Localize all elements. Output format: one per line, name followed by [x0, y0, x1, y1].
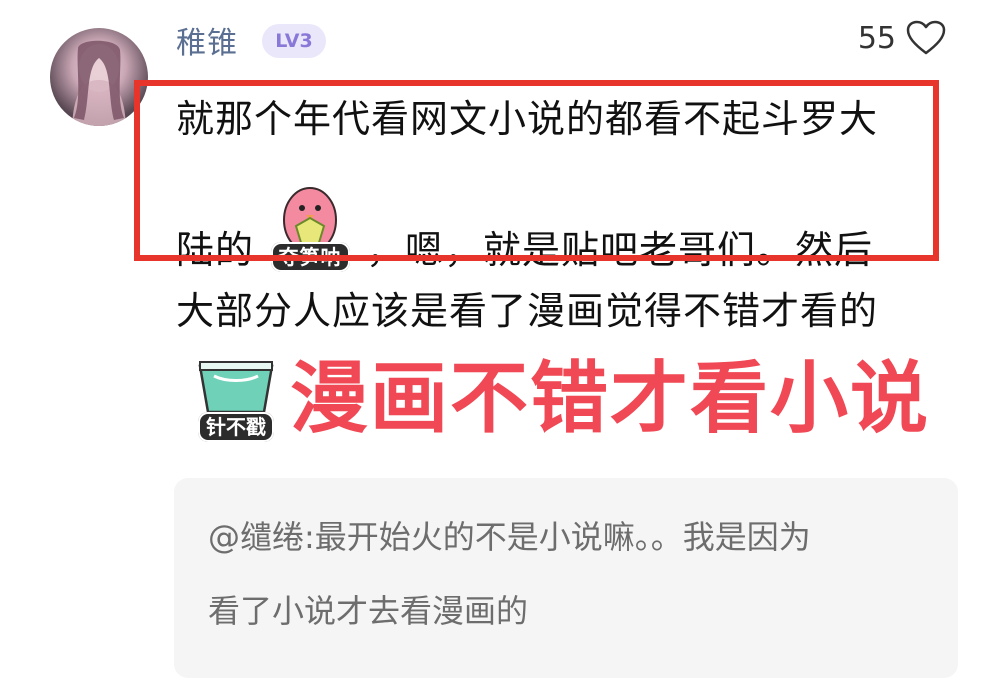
sticker-cup: 针不戳 [186, 346, 286, 446]
quote-line-1: @缱绻:最开始火的不是小说嘛。。我是因为 [208, 518, 811, 556]
level-badge: LV3 [262, 24, 326, 58]
emphasis-text: 漫画不错才看小说 [290, 354, 931, 444]
like-count: 55 [857, 20, 896, 56]
sticker-cup-label: 针不戳 [186, 411, 286, 442]
quote-line-2: 看了小说才去看漫画的 [208, 592, 529, 630]
highlight-box [134, 80, 939, 261]
like-area[interactable]: 55 [858, 20, 946, 56]
username[interactable]: 稚锥 [176, 18, 238, 62]
heart-outline-icon[interactable] [906, 20, 946, 56]
comment-line-3: 大部分人应该是看了漫画觉得不错才看的 [176, 289, 879, 333]
quoted-reply-box[interactable] [174, 478, 958, 678]
